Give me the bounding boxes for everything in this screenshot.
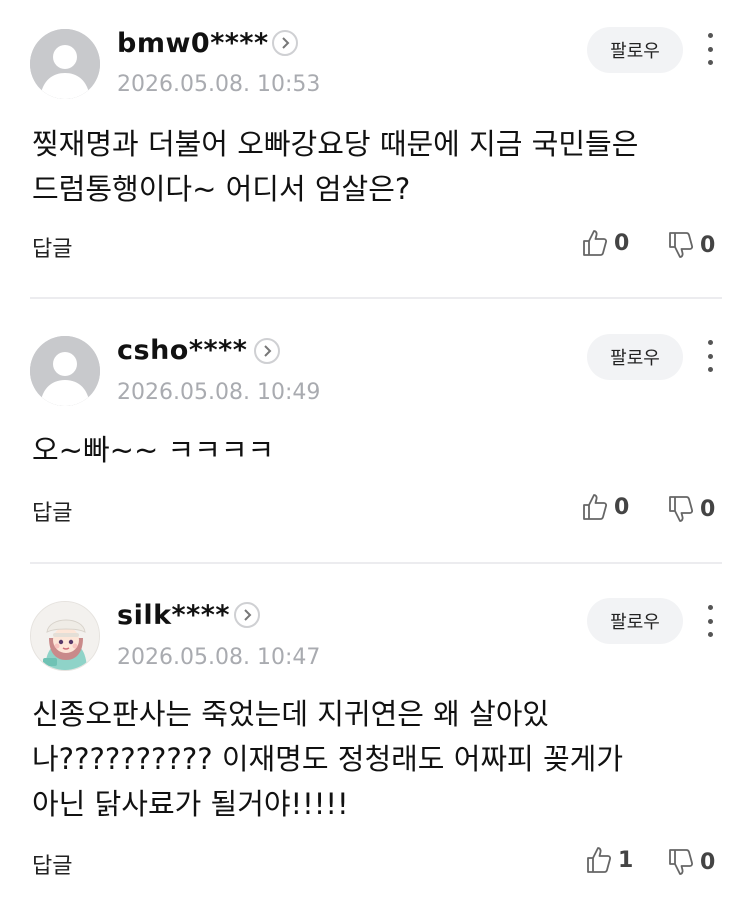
comment-text: 오~빠~~ ㅋㅋㅋㅋ (32, 433, 275, 467)
comment-item: silk**** 2026.05.08. 10:47 팔로우 신종오판사는 죽었… (0, 564, 750, 912)
comment-item: csho**** 2026.05.08. 10:49 팔로우 오~빠~~ ㅋㅋㅋ… (0, 299, 750, 563)
thumbs-down-icon (669, 496, 694, 522)
like-button[interactable]: 1 (586, 846, 633, 874)
comment-text: 신종오판사는 죽었는데 지귀연은 왜 살아있 나?????????? 이재명도 … (32, 697, 623, 821)
avatar[interactable] (30, 29, 100, 99)
comment-text: 찢재명과 더불어 오빠강요당 때문에 지금 국민들은 드럼통행이다~ 어디서 엄… (32, 127, 639, 206)
like-button[interactable]: 0 (582, 493, 629, 521)
thumbs-up-icon (587, 847, 612, 873)
thumbs-down-icon (669, 849, 694, 875)
like-button[interactable]: 0 (582, 229, 629, 257)
username[interactable]: bmw0**** (117, 28, 269, 59)
follow-button[interactable]: 팔로우 (587, 598, 683, 644)
username[interactable]: silk**** (117, 600, 230, 631)
avatar[interactable] (30, 601, 100, 671)
follow-button[interactable]: 팔로우 (587, 334, 683, 380)
thumbs-down-icon (669, 232, 694, 258)
reply-button[interactable]: 답글 (32, 495, 72, 527)
like-count: 1 (618, 847, 634, 873)
dislike-button[interactable]: 0 (668, 848, 715, 876)
comment-item: bmw0**** 2026.05.08. 10:53 팔로우 찢재명과 더불어 … (0, 0, 750, 298)
follow-button[interactable]: 팔로우 (587, 27, 683, 73)
avatar[interactable] (30, 336, 100, 406)
reply-button[interactable]: 답글 (32, 848, 72, 880)
dislike-count: 0 (700, 496, 716, 522)
timestamp: 2026.05.08. 10:47 (117, 645, 321, 670)
reply-button[interactable]: 답글 (32, 231, 72, 263)
username[interactable]: csho**** (117, 335, 247, 366)
dislike-count: 0 (700, 849, 716, 875)
more-vertical-icon[interactable] (700, 336, 720, 376)
dislike-button[interactable]: 0 (668, 495, 715, 523)
thumbs-up-icon (583, 494, 608, 520)
dislike-count: 0 (700, 232, 716, 258)
like-count: 0 (614, 230, 630, 256)
more-vertical-icon[interactable] (700, 601, 720, 641)
timestamp: 2026.05.08. 10:49 (117, 380, 321, 405)
dislike-button[interactable]: 0 (668, 231, 715, 259)
more-vertical-icon[interactable] (700, 29, 720, 69)
chevron-right-icon[interactable] (272, 30, 298, 56)
timestamp: 2026.05.08. 10:53 (117, 72, 321, 97)
thumbs-up-icon (583, 230, 608, 256)
chevron-right-icon[interactable] (234, 602, 260, 628)
like-count: 0 (614, 494, 630, 520)
chevron-right-icon[interactable] (254, 338, 280, 364)
